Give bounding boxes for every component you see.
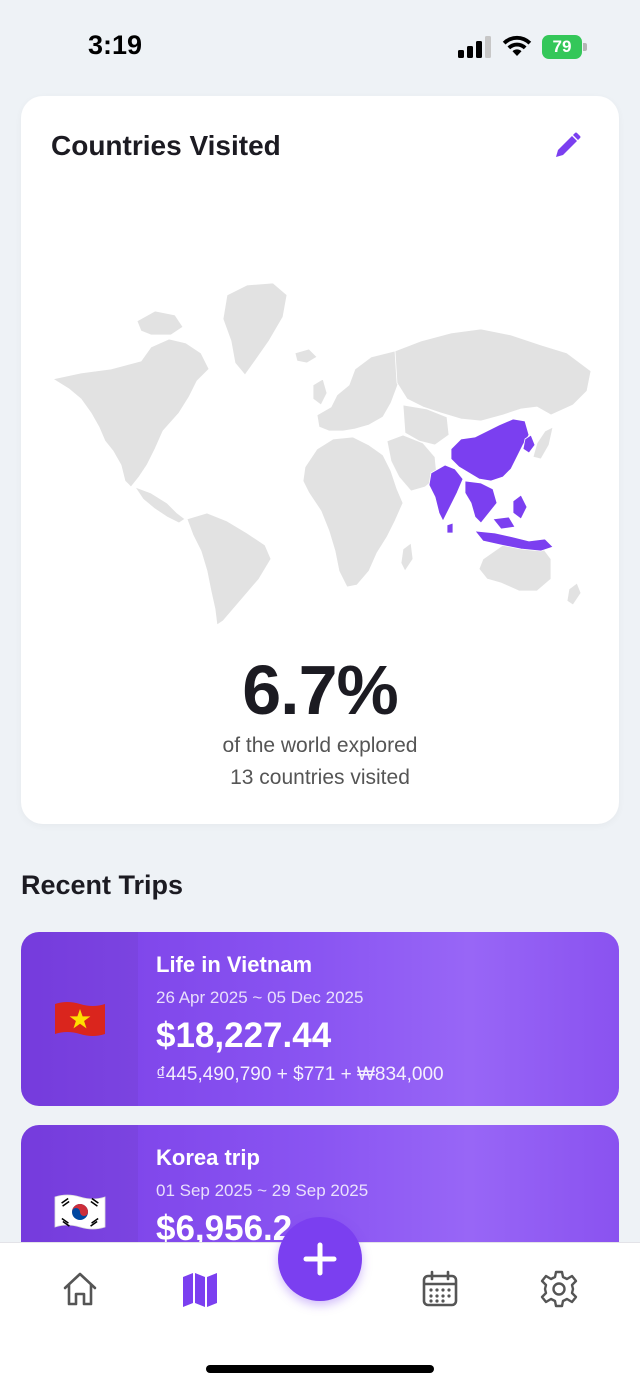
- nav-home[interactable]: [58, 1267, 102, 1311]
- china-highlight: [450, 418, 530, 482]
- madagascar-land: [400, 542, 414, 572]
- indonesia-highlight: [474, 530, 554, 552]
- new-zealand-land: [566, 582, 582, 606]
- recent-trips-title: Recent Trips: [21, 870, 184, 900]
- add-trip-button[interactable]: [278, 1217, 362, 1301]
- pencil-icon: [556, 132, 581, 157]
- iceland-land: [294, 348, 318, 364]
- countries-visited-card: Countries Visited 6.7% of the world expl…: [21, 96, 619, 824]
- status-time: 3:19: [88, 30, 143, 60]
- india-highlight: [428, 464, 464, 522]
- calendar-icon: [422, 1270, 458, 1307]
- africa-land: [302, 436, 404, 588]
- card-title: Countries Visited: [51, 130, 281, 161]
- trip-dates: 26 Apr 2025 ~ 05 Dec 2025: [156, 988, 364, 1007]
- status-bar: 3:19 79: [0, 0, 640, 96]
- trip-name: Korea trip: [156, 1145, 260, 1170]
- central-america-land: [133, 486, 186, 524]
- battery-indicator: 79: [542, 35, 588, 59]
- malaysia-highlight: [492, 516, 516, 530]
- philippines-highlight: [512, 494, 528, 520]
- trip-total: $18,227.44: [156, 1016, 332, 1055]
- south-america-land: [186, 512, 272, 626]
- north-america-land: [51, 338, 210, 488]
- russia-land: [394, 328, 591, 422]
- japan-land: [532, 426, 554, 460]
- uk-land: [312, 378, 328, 406]
- home-icon: [63, 1272, 97, 1306]
- nav-calendar[interactable]: [418, 1267, 462, 1311]
- map-icon: [183, 1273, 217, 1307]
- trip-flag-panel: [21, 932, 138, 1106]
- nav-map[interactable]: [178, 1267, 222, 1311]
- nav-settings[interactable]: [537, 1267, 581, 1311]
- wifi-icon: [502, 35, 532, 56]
- greenland-land: [222, 282, 288, 376]
- cellular-signal-icon: [458, 36, 491, 58]
- battery-cap: [583, 43, 587, 51]
- vietnam-flag-icon: [54, 1002, 105, 1036]
- trip-card[interactable]: Life in Vietnam 26 Apr 2025 ~ 05 Dec 202…: [21, 932, 619, 1106]
- korea-flag-icon: [54, 1194, 105, 1230]
- sri-lanka-highlight: [446, 522, 454, 534]
- settings-icon: [540, 1270, 578, 1308]
- countries-count: 13 countries visited: [230, 766, 410, 789]
- canada-islands-land: [136, 310, 184, 336]
- trip-name: Life in Vietnam: [156, 952, 313, 977]
- battery-level: 79: [542, 35, 582, 59]
- europe-land: [316, 350, 404, 432]
- world-explored-label: of the world explored: [222, 734, 418, 757]
- world-map[interactable]: [51, 281, 591, 626]
- world-percent: 6.7%: [242, 651, 399, 729]
- southeast-asia-highlight: [464, 480, 498, 524]
- edit-button[interactable]: [549, 128, 585, 164]
- plus-icon: [303, 1242, 337, 1276]
- trip-breakdown: ₫445,490,790 + $771 + ₩834,000: [156, 1064, 444, 1085]
- home-indicator: [206, 1365, 434, 1373]
- trip-dates: 01 Sep 2025 ~ 29 Sep 2025: [156, 1181, 369, 1200]
